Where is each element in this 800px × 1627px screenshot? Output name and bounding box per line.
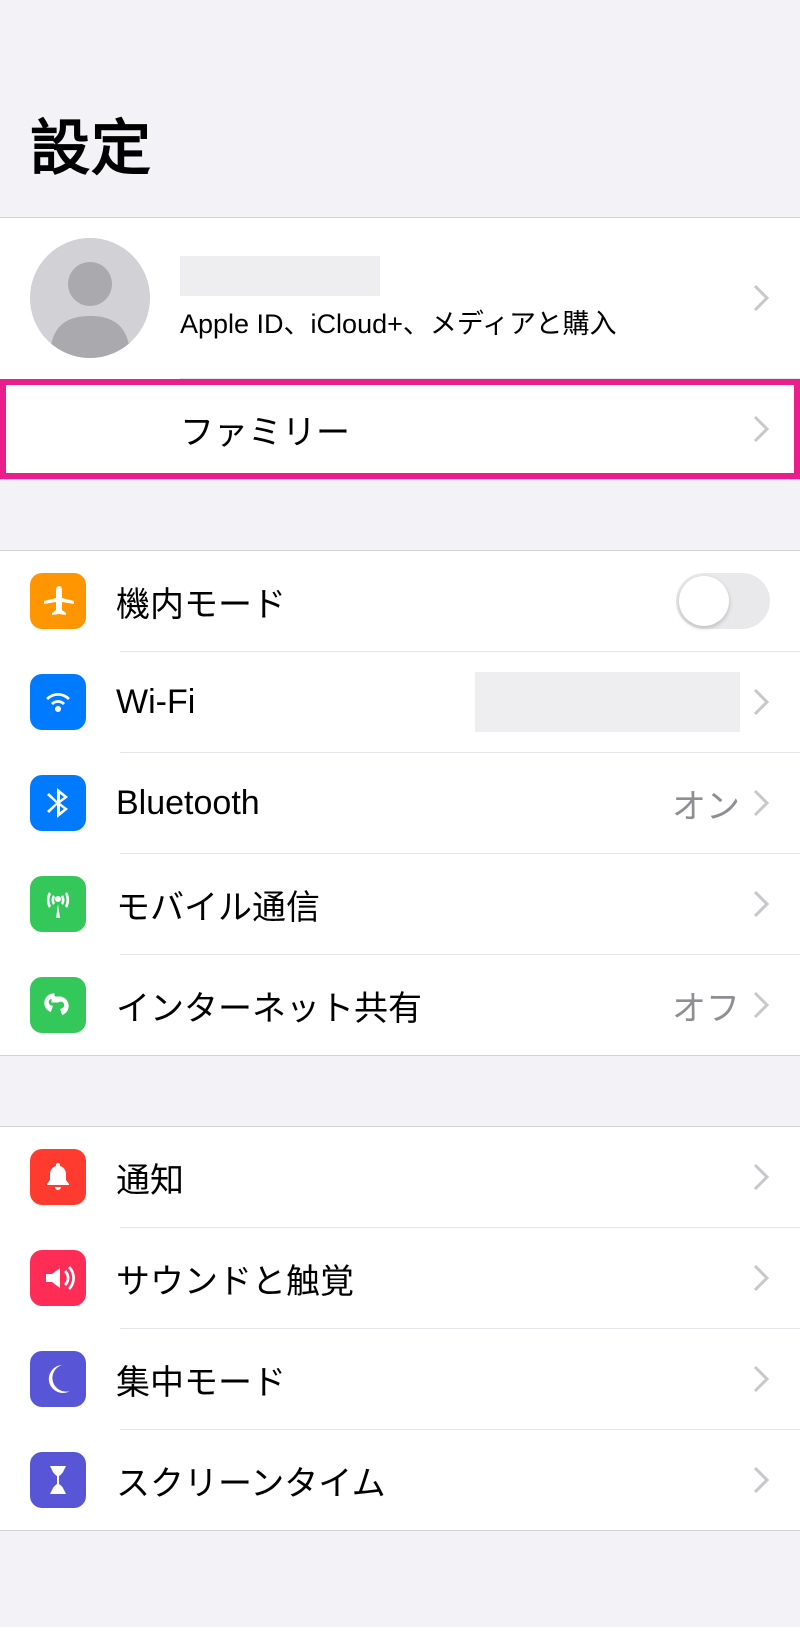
bluetooth-label: Bluetooth	[116, 784, 260, 823]
hotspot-label: インターネット共有	[116, 981, 422, 1030]
bluetooth-icon	[30, 775, 86, 831]
chevron-right-icon	[752, 687, 770, 717]
notifications-label: 通知	[116, 1153, 184, 1202]
screentime-icon	[30, 1452, 86, 1508]
profile-subtitle: Apple ID、iCloud+、メディアと購入	[180, 302, 752, 341]
hotspot-icon	[30, 977, 86, 1033]
airplane-switch[interactable]	[676, 573, 770, 629]
airplane-icon	[30, 573, 86, 629]
chevron-right-icon	[752, 889, 770, 919]
profile-name-redacted	[180, 256, 380, 296]
cellular-icon	[30, 876, 86, 932]
chevron-right-icon	[752, 1364, 770, 1394]
cellular-label: モバイル通信	[116, 880, 320, 929]
focus-label: 集中モード	[116, 1355, 286, 1404]
family-row[interactable]: ファミリー	[0, 379, 800, 479]
profile-group: Apple ID、iCloud+、メディアと購入 ファミリー	[0, 217, 800, 480]
chevron-right-icon	[752, 1465, 770, 1495]
bluetooth-row[interactable]: Bluetooth オン	[0, 753, 800, 853]
chevron-right-icon	[752, 990, 770, 1020]
sounds-icon	[30, 1250, 86, 1306]
wifi-label: Wi-Fi	[116, 683, 195, 722]
wifi-value-redacted	[475, 672, 740, 732]
airplane-label: 機内モード	[116, 577, 286, 626]
page-title: 設定	[30, 100, 770, 187]
cellular-row[interactable]: モバイル通信	[0, 854, 800, 954]
attention-group: 通知 サウンドと触覚 集中モード スクリーンタイム	[0, 1126, 800, 1531]
sounds-row[interactable]: サウンドと触覚	[0, 1228, 800, 1328]
notifications-icon	[30, 1149, 86, 1205]
focus-row[interactable]: 集中モード	[0, 1329, 800, 1429]
highlight-annotation	[0, 379, 800, 479]
apple-id-row[interactable]: Apple ID、iCloud+、メディアと購入	[0, 218, 800, 378]
notifications-row[interactable]: 通知	[0, 1127, 800, 1227]
hotspot-value: オフ	[672, 981, 740, 1030]
avatar	[30, 238, 150, 358]
bluetooth-value: オン	[672, 779, 740, 828]
wifi-icon	[30, 674, 86, 730]
airplane-mode-row[interactable]: 機内モード	[0, 551, 800, 651]
settings-header: 設定	[0, 0, 800, 217]
family-label: ファミリー	[180, 405, 350, 454]
screentime-row[interactable]: スクリーンタイム	[0, 1430, 800, 1530]
chevron-right-icon	[752, 1162, 770, 1192]
chevron-right-icon	[752, 788, 770, 818]
connectivity-group: 機内モード Wi-Fi Bluetooth オン モバイル通信	[0, 550, 800, 1056]
hotspot-row[interactable]: インターネット共有 オフ	[0, 955, 800, 1055]
wifi-row[interactable]: Wi-Fi	[0, 652, 800, 752]
chevron-right-icon	[752, 1263, 770, 1293]
chevron-right-icon	[752, 414, 770, 444]
sounds-label: サウンドと触覚	[116, 1254, 354, 1303]
chevron-right-icon	[752, 283, 770, 313]
focus-icon	[30, 1351, 86, 1407]
profile-text: Apple ID、iCloud+、メディアと購入	[180, 256, 752, 341]
screentime-label: スクリーンタイム	[116, 1456, 386, 1505]
